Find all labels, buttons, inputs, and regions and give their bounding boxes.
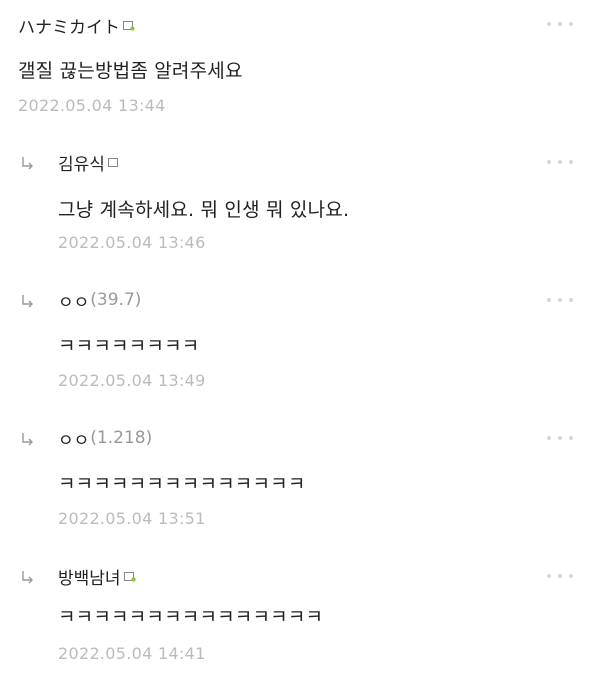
comment-nickname[interactable]: ハナミカイト: [18, 13, 120, 38]
reply-arrow-icon: [22, 157, 33, 170]
comment-date: 2022.05.04 13:44: [18, 96, 166, 115]
gallog-badge-icon[interactable]: [107, 158, 120, 168]
comment-date: 2022.05.04 13:49: [58, 371, 206, 390]
comment-text: 그냥 계속하세요. 뭐 인생 뭐 있나요.: [58, 199, 350, 221]
more-options-icon[interactable]: [540, 428, 580, 448]
comment-nickname[interactable]: ㅇㅇ: [58, 426, 89, 451]
comment-text: 갤질 끊는방법좀 알려주세요: [18, 60, 243, 82]
comment-nickname[interactable]: 김유식: [58, 150, 105, 175]
more-options-icon[interactable]: [540, 14, 580, 34]
comment-date: 2022.05.04 13:51: [58, 509, 206, 528]
more-options-icon[interactable]: [540, 566, 580, 586]
reply-arrow-icon: [22, 433, 33, 446]
gallog-badge-icon[interactable]: [123, 21, 135, 31]
comment-text: ㅋㅋㅋㅋㅋㅋㅋㅋㅋㅋㅋㅋㅋㅋ: [58, 473, 306, 495]
comment-text: ㅋㅋㅋㅋㅋㅋㅋㅋ: [58, 335, 200, 357]
reply-arrow-icon: [22, 571, 33, 584]
comment-text: ㅋㅋㅋㅋㅋㅋㅋㅋㅋㅋㅋㅋㅋㅋㅋ: [58, 606, 324, 628]
reply-arrow-icon: [22, 295, 33, 308]
comment-ip: (39.7): [90, 290, 142, 310]
comment-nickname[interactable]: ㅇㅇ: [58, 288, 89, 313]
gallog-badge-icon[interactable]: [123, 572, 136, 582]
comment-date: 2022.05.04 13:46: [58, 233, 206, 252]
comment-nickname[interactable]: 방백남녀: [58, 564, 121, 589]
comment-date: 2022.05.04 14:41: [58, 644, 206, 663]
comment-ip: (1.218): [90, 428, 153, 448]
more-options-icon[interactable]: [540, 290, 580, 310]
more-options-icon[interactable]: [540, 152, 580, 172]
